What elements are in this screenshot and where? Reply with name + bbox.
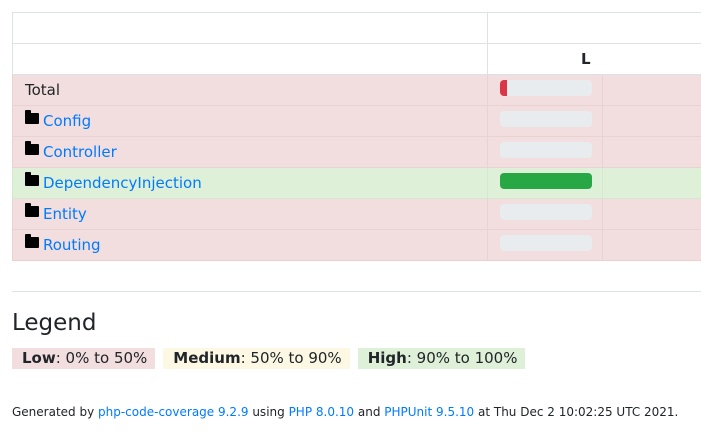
coverage-progress-bar <box>500 111 592 127</box>
footer-generated-by: Generated by <box>12 405 99 419</box>
coverage-progress-fill <box>500 173 592 189</box>
legend-medium: Medium: 50% to 90% <box>163 348 350 369</box>
data-cell <box>602 136 701 168</box>
legend-medium-range: : 50% to 90% <box>240 349 342 367</box>
legend-low: Low: 0% to 50% <box>12 348 156 369</box>
coverage-bar-cell <box>487 198 603 230</box>
directory-link-config[interactable]: Config <box>43 112 91 130</box>
legend-medium-label: Medium <box>173 349 241 367</box>
coverage-report-page: L Total Config Controller DependencyInje… <box>0 0 701 437</box>
coverage-bar-cell <box>487 105 603 137</box>
data-cell <box>602 229 701 261</box>
footer-and: and <box>354 405 385 419</box>
coverage-progress-bar <box>500 173 592 189</box>
data-cell <box>602 198 701 230</box>
directory-link-entity[interactable]: Entity <box>43 205 87 223</box>
coverage-progress-bar <box>500 142 592 158</box>
total-label: Total <box>25 81 61 99</box>
legend: Low: 0% to 50% Medium: 50% to 90% High: … <box>12 348 526 369</box>
folder-icon <box>25 203 39 217</box>
name-cell: Controller <box>12 136 488 168</box>
data-cell <box>602 167 701 199</box>
data-cell <box>602 105 701 137</box>
name-cell: Config <box>12 105 488 137</box>
legend-high-range: : 90% to 100% <box>406 349 518 367</box>
name-cell: Routing <box>12 229 488 261</box>
table-header-row-1 <box>12 12 701 44</box>
section-divider <box>12 291 701 292</box>
header-cell <box>12 12 488 44</box>
table-row: Config <box>12 105 701 137</box>
phpunit-link[interactable]: PHPUnit 9.5.10 <box>384 405 474 419</box>
footer-using: using <box>248 405 289 419</box>
footer: Generated by php-code-coverage 9.2.9 usi… <box>12 405 678 419</box>
tool-link[interactable]: php-code-coverage 9.2.9 <box>98 405 249 419</box>
folder-icon <box>25 234 39 248</box>
legend-title: Legend <box>12 310 97 336</box>
name-cell: DependencyInjection <box>12 167 488 199</box>
coverage-progress-fill <box>500 80 508 96</box>
coverage-bar-cell <box>487 229 603 261</box>
table-row-total: Total <box>12 74 701 106</box>
data-cell <box>602 74 701 106</box>
coverage-table: L Total Config Controller DependencyInje… <box>12 12 701 261</box>
table-row: Entity <box>12 198 701 230</box>
php-link[interactable]: PHP 8.0.10 <box>289 405 354 419</box>
table-row: Routing <box>12 229 701 261</box>
header-cell <box>487 12 701 44</box>
coverage-bar-cell <box>487 136 603 168</box>
column-header-lines: L <box>487 43 701 75</box>
table-header-row-2: L <box>12 43 701 75</box>
table-row: Controller <box>12 136 701 168</box>
name-cell: Entity <box>12 198 488 230</box>
coverage-progress-bar <box>500 235 592 251</box>
folder-icon <box>25 172 39 186</box>
directory-link-routing[interactable]: Routing <box>43 236 101 254</box>
directory-link-dependencyinjection[interactable]: DependencyInjection <box>43 174 202 192</box>
folder-icon <box>25 141 39 155</box>
coverage-bar-cell <box>487 167 603 199</box>
header-cell <box>12 43 488 75</box>
coverage-bar-cell <box>487 74 603 106</box>
folder-icon <box>25 110 39 124</box>
footer-date: at Thu Dec 2 10:02:25 UTC 2021. <box>474 405 679 419</box>
legend-low-label: Low <box>22 349 56 367</box>
name-cell: Total <box>12 74 488 106</box>
legend-high-label: High <box>367 349 407 367</box>
table-row: DependencyInjection <box>12 167 701 199</box>
coverage-progress-bar <box>500 80 592 96</box>
legend-low-range: : 0% to 50% <box>55 349 148 367</box>
directory-link-controller[interactable]: Controller <box>43 143 117 161</box>
legend-high: High: 90% to 100% <box>357 348 526 369</box>
coverage-progress-bar <box>500 204 592 220</box>
